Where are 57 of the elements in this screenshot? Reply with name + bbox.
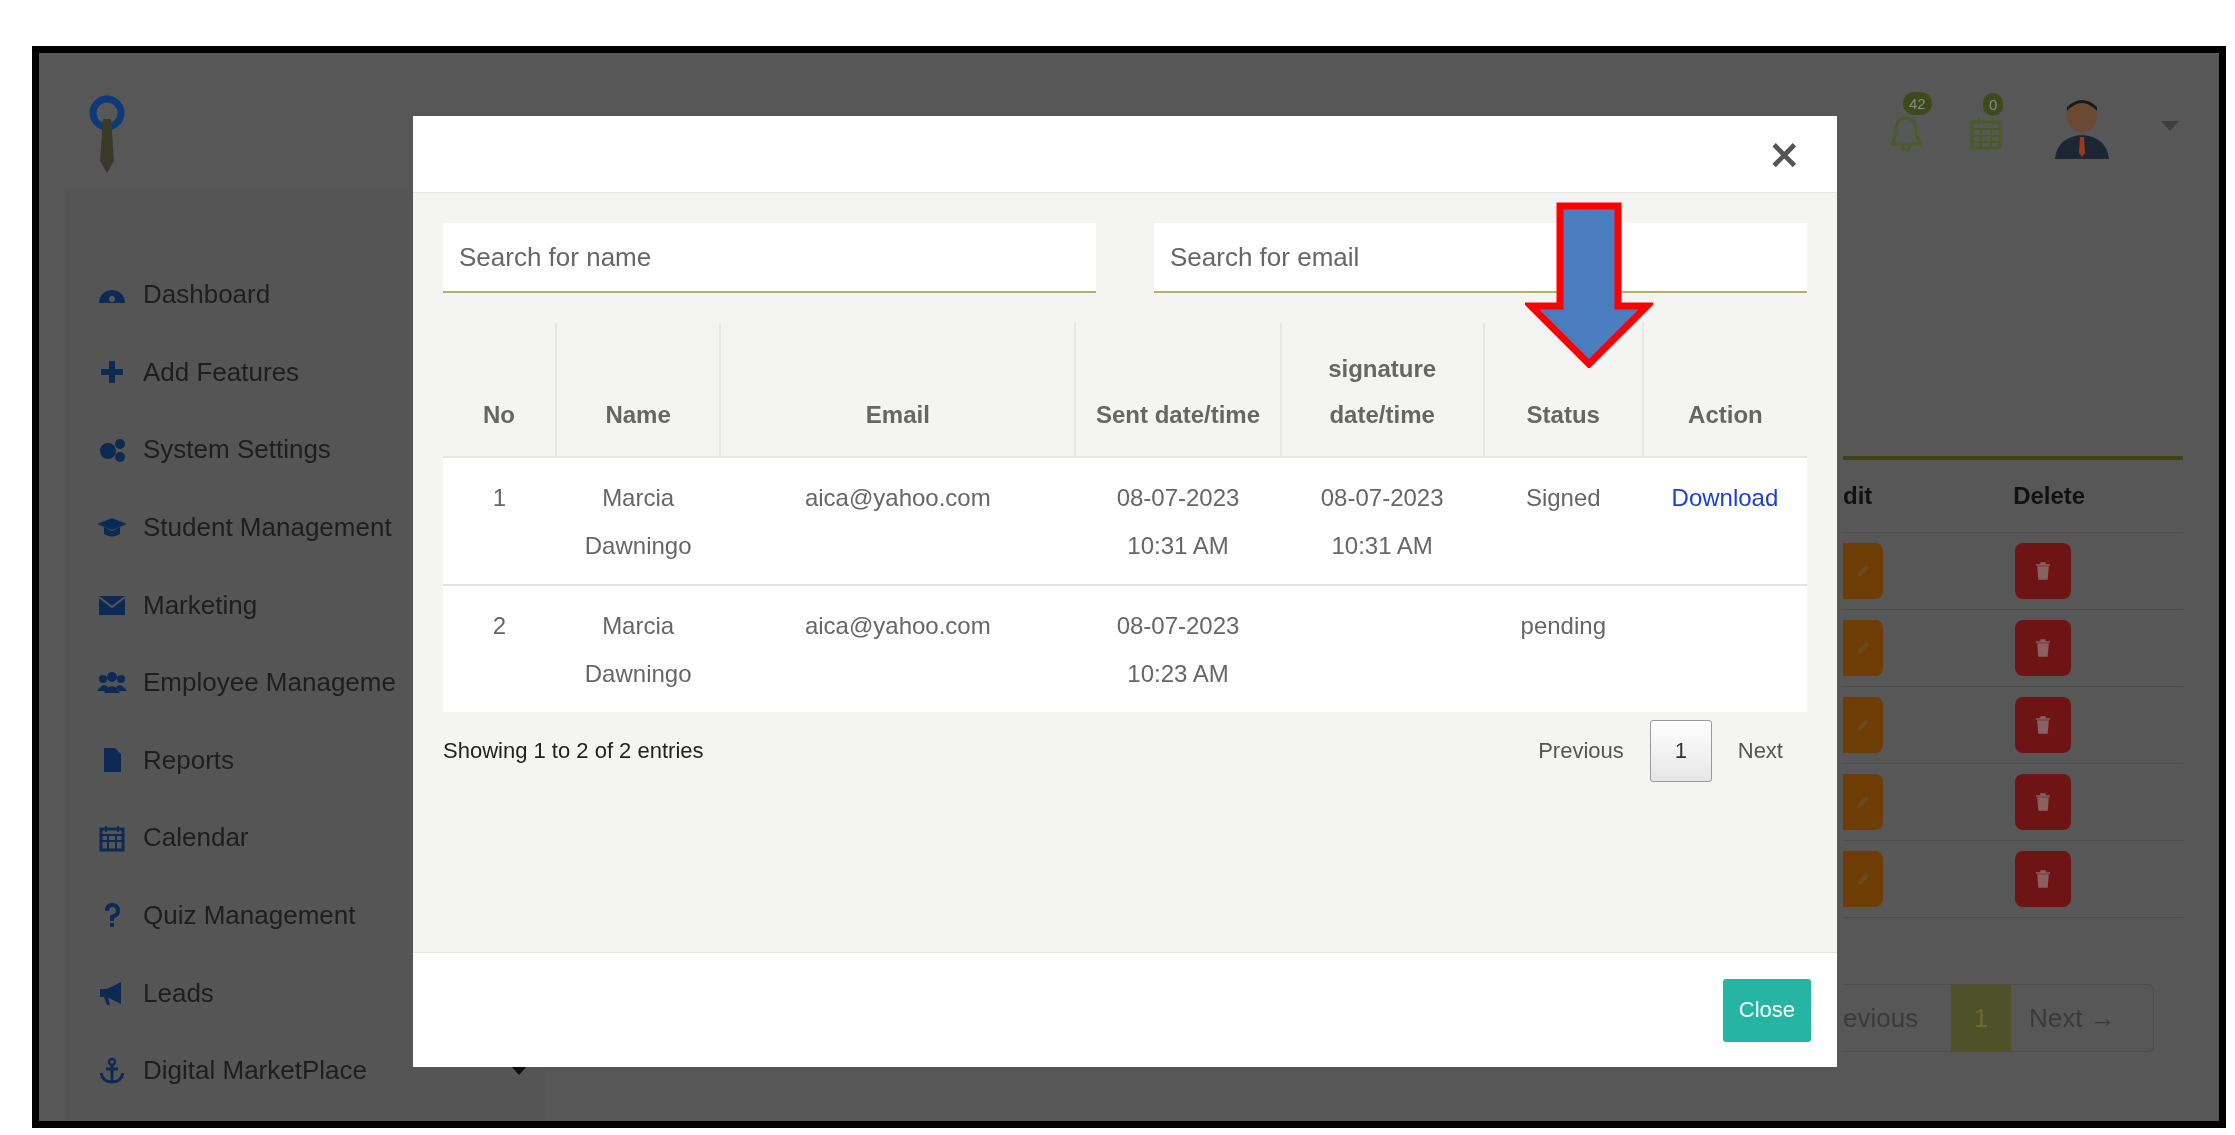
down-arrow-icon [1525,202,1653,368]
column-header: Name [605,401,671,428]
delete-button[interactable] [2014,697,2071,754]
edit-button[interactable] [1843,697,1883,754]
next-link[interactable]: Next [1737,738,1783,764]
trash-icon [2034,639,2051,658]
table-cell: 1 [492,484,507,511]
column-header: Email [865,401,930,428]
close-button[interactable]: Close [1722,978,1811,1042]
calendar-icon[interactable] [1969,115,2003,151]
sidebar-item[interactable]: Digital MarketPlace [65,1043,535,1098]
table-cell: 08-07-2023 10:31 AM [1320,484,1444,559]
trash-icon [2034,793,2051,812]
download-link[interactable]: Download [1671,484,1779,511]
delete-button[interactable] [2014,851,2071,908]
edit-button[interactable] [1843,851,1883,908]
delete-button[interactable] [2014,774,2071,831]
previous-link[interactable]: Previous [1538,738,1624,764]
anchor-icon [97,1056,127,1085]
column-header: Sent date/time [1096,401,1261,428]
trash-icon [2034,562,2051,581]
column-header: Action [1688,401,1763,428]
table-cell: Signed [1525,484,1601,511]
calendar-badge: 0 [1983,93,2004,116]
table-cell: 08-07-2023 10:23 AM [1116,612,1240,687]
column-header: dit [1843,482,1874,511]
edit-button[interactable] [1843,543,1883,600]
edit-button[interactable] [1843,774,1883,831]
notification-badge: 42 [1903,92,1932,115]
sidebar-item[interactable]: Calendar [65,810,535,866]
caret-icon[interactable] [2161,121,2179,131]
table-cell: pending [1520,612,1606,639]
trash-icon [2034,870,2051,889]
column-header: Status [1526,401,1600,428]
table-cell: aica@yahoo.com [804,612,991,639]
table-cell: 2 [492,612,507,639]
table-cell: Marcia Dawningo [584,484,692,559]
column-header: Delete [2012,482,2087,511]
table-cell: 08-07-2023 10:31 AM [1116,484,1240,559]
sidebar-item[interactable]: Leads [65,965,535,1021]
column-header: signature date/time [1328,355,1437,428]
delete-button[interactable] [2014,620,2071,677]
name-search-field[interactable]: Search for name [443,223,1096,293]
sidebar-item[interactable]: Quiz Management [65,888,535,943]
edit-button[interactable] [1843,620,1883,677]
delete-button[interactable] [2014,543,2071,600]
sidebar-item[interactable]: Employee Manageme [65,655,535,711]
bell-icon[interactable] [1889,114,1923,152]
calendar-icon [97,823,127,852]
entries-info: Showing 1 to 2 of 2 entries [443,738,704,764]
page-button[interactable]: 1 [1649,720,1712,782]
email-search-field[interactable]: Search for email [1154,223,1807,293]
sidebar-item[interactable]: Add Features [65,345,535,400]
table-cell: Marcia Dawningo [584,612,692,687]
logo-icon [87,95,127,175]
table-cell: aica@yahoo.com [804,484,991,511]
trash-icon [2034,716,2051,735]
